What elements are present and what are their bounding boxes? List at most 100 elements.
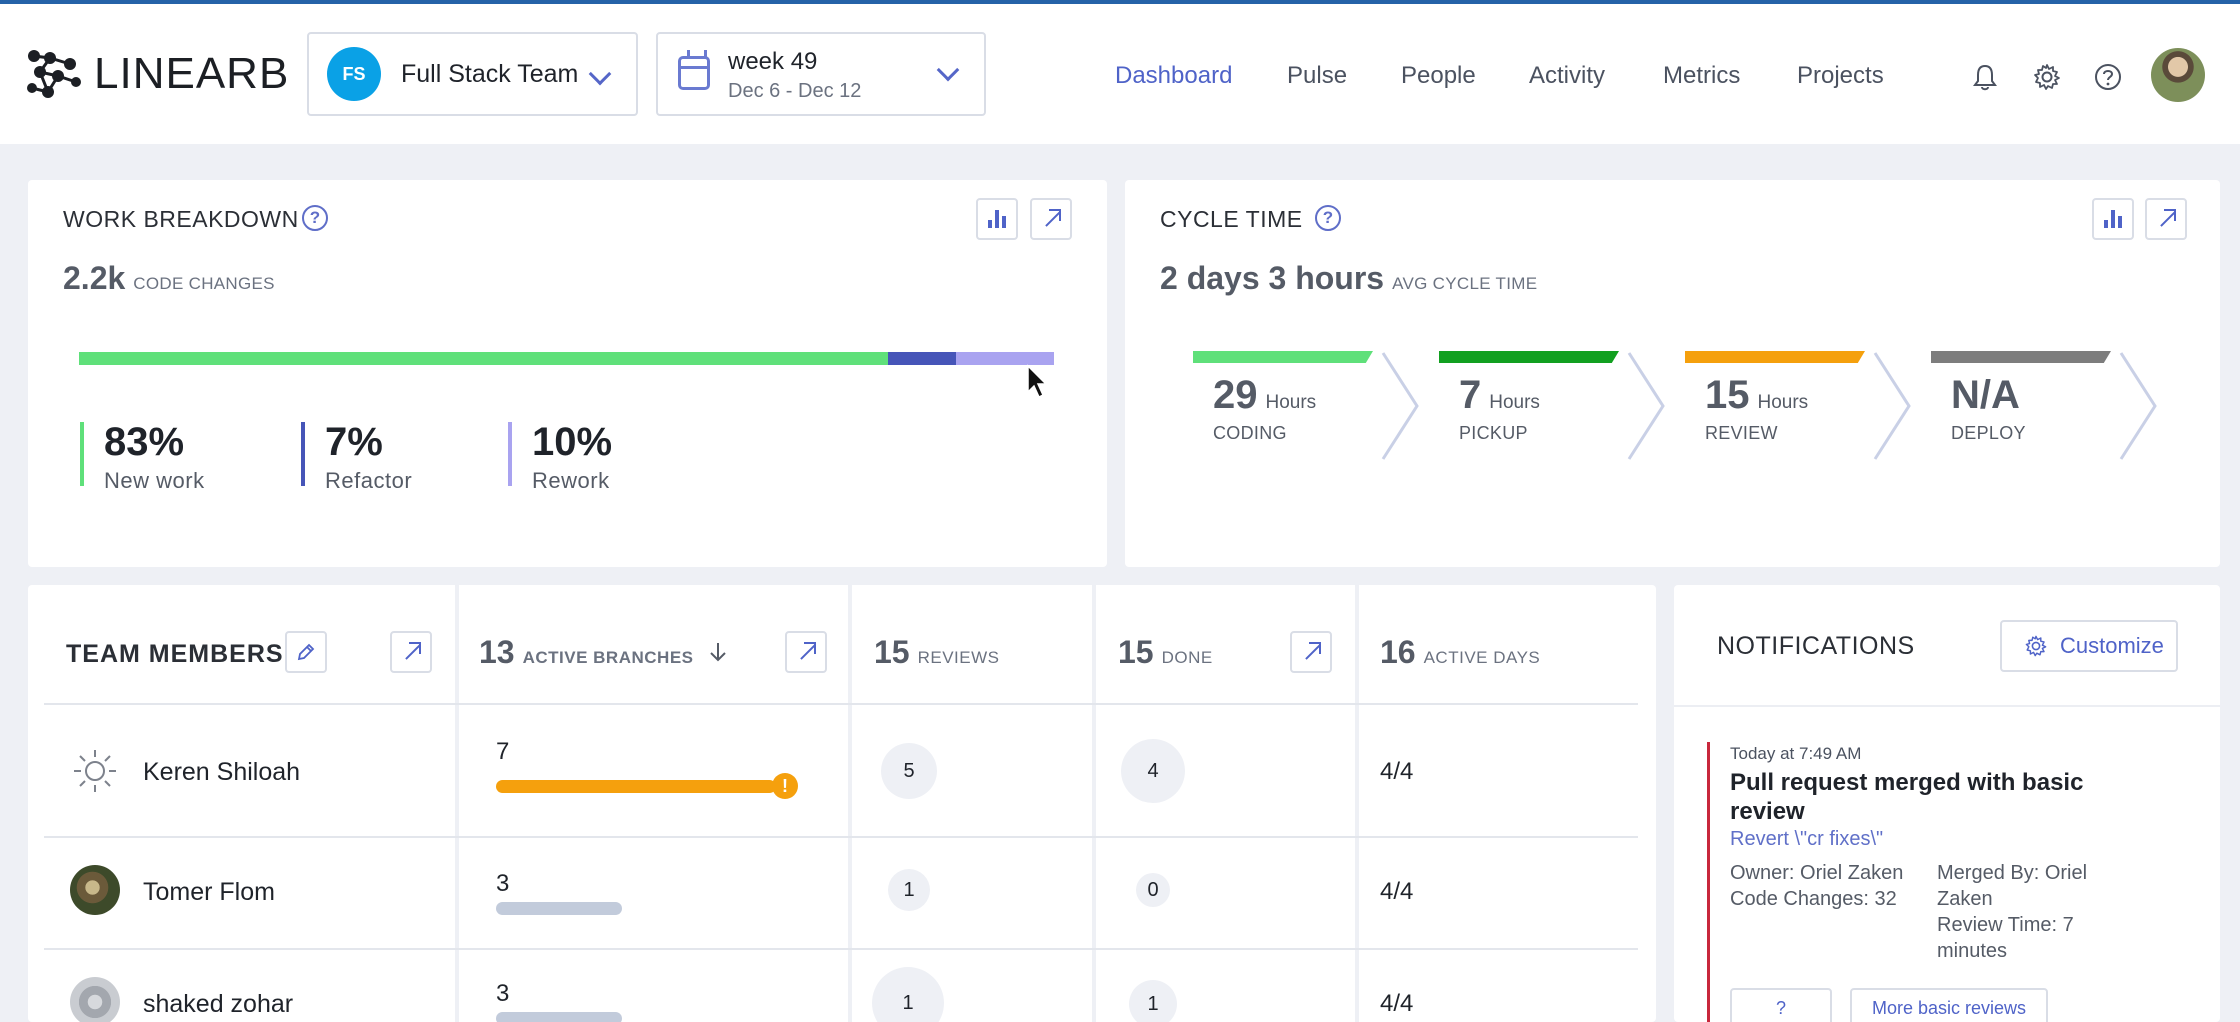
branch-count: 3 [496,980,510,1007]
notification-title: Pull request merged with basic review [1730,769,2084,825]
notification-merged-by: Merged By: Oriel Zaken [1937,862,2088,910]
chevron-right-icon [1627,352,1665,460]
column-divider [848,585,852,1022]
stage-label: PICKUP [1459,423,1528,443]
expand-button[interactable] [1030,198,1072,240]
stage-coding[interactable]: 29 Hours CODING [1193,351,1433,461]
help-icon[interactable]: ? [1315,205,1341,231]
branch-bar[interactable] [496,780,776,793]
segment-refactor[interactable] [888,352,957,365]
nav-pulse[interactable]: Pulse [1287,62,1347,90]
gear-icon[interactable] [2032,62,2062,92]
help-icon[interactable]: ? [302,205,328,231]
stage-deploy[interactable]: N/A DEPLOY [1931,351,2171,461]
week-range: Dec 6 - Dec 12 [728,80,862,102]
stage-value: 29 Hours [1213,373,1316,418]
sort-down-icon[interactable] [708,641,728,663]
arrow-up-right-icon [2156,209,2176,229]
code-changes-value: 2.2k [63,260,126,296]
team-selector[interactable]: FS Full Stack Team [307,32,638,116]
customize-label: Customize [2060,633,2164,658]
arrow-up-right-icon [1041,209,1061,229]
cycle-time-title: CYCLE TIME [1160,206,1303,232]
active-branches-count: 13 [479,634,515,670]
stage-label: CODING [1213,423,1287,443]
notification-help-button[interactable]: ? [1730,988,1832,1022]
active-days-count: 16 [1380,634,1416,670]
sun-avatar-icon [74,750,116,792]
active-days-value: 4/4 [1380,878,1414,905]
active-days-label: ACTIVE DAYS [1423,648,1541,667]
member-name[interactable]: shaked zohar [143,990,293,1019]
column-divider [455,585,459,1022]
expand-button[interactable] [1290,631,1332,673]
branch-bar[interactable] [496,902,622,915]
stat-value: 83% [104,420,185,464]
help-icon[interactable] [2093,62,2123,92]
nav-people[interactable]: People [1401,62,1476,90]
avatar[interactable] [70,865,120,915]
more-basic-reviews-button[interactable]: More basic reviews [1850,988,2048,1022]
linearb-logo[interactable]: LINEARB [26,48,289,100]
stage-number: 29 [1213,373,1258,417]
stage-value: 7 Hours [1459,373,1540,418]
stage-value: N/A [1951,373,2028,418]
week-title: week 49 [728,48,818,75]
nav-metrics[interactable]: Metrics [1663,62,1740,90]
notification-review-time: Review Time: 7 minutes [1937,914,2074,962]
edit-members-button[interactable] [285,631,327,673]
chart-view-button[interactable] [2092,198,2134,240]
active-branches-header[interactable]: 13 ACTIVE BRANCHES [479,634,728,671]
reviews-bubble[interactable]: 1 [888,869,930,911]
expand-button[interactable] [390,631,432,673]
nav-projects[interactable]: Projects [1797,62,1884,90]
arrow-up-right-icon [401,642,421,662]
stage-label: DEPLOY [1951,423,2026,443]
branch-bar[interactable] [496,1012,622,1022]
stage-unit: Hours [1265,392,1317,413]
avatar[interactable] [70,977,120,1022]
chevron-down-icon [588,62,612,86]
done-bubble[interactable]: 0 [1136,873,1170,907]
notification-pr-link[interactable]: Revert \"cr fixes\" [1730,828,1883,851]
stat-value: 7% [325,420,383,464]
bar-chart-icon [988,210,1006,228]
member-name[interactable]: Tomer Flom [143,878,275,907]
logo-text: LINEARB [94,49,290,98]
stage-unit: Hours [1489,392,1540,413]
nav-activity[interactable]: Activity [1529,62,1605,90]
notification-code-changes: Code Changes: 32 [1730,888,1897,910]
work-breakdown-card: WORK BREAKDOWN ? 2.2k CODE CHANGES [28,180,1107,567]
stat-refactor: 7% Refactor [301,420,412,493]
segment-new-work[interactable] [79,352,889,365]
stage-review[interactable]: 15 Hours REVIEW [1685,351,1925,461]
warning-icon[interactable]: ! [772,773,798,799]
chart-view-button[interactable] [976,198,1018,240]
done-bubble[interactable]: 4 [1121,739,1185,803]
stat-value: 10% [532,420,613,464]
user-avatar[interactable] [2151,48,2205,102]
stage-pickup[interactable]: 7 Hours PICKUP [1439,351,1679,461]
stage-number: 15 [1705,373,1750,417]
calendar-icon [678,50,710,90]
nav-dashboard[interactable]: Dashboard [1115,62,1232,90]
customize-button[interactable]: Customize [2000,620,2178,672]
week-selector[interactable]: week 49 Dec 6 - Dec 12 [656,32,986,116]
done-bubble[interactable]: 1 [1129,980,1177,1022]
code-changes-label: CODE CHANGES [133,274,275,293]
column-divider [1092,585,1096,1022]
expand-button[interactable] [2145,198,2187,240]
stage-unit: Hours [1757,392,1809,413]
notification-owner: Owner: Oriel Zaken [1730,862,1904,884]
arrow-up-right-icon [1301,642,1321,662]
expand-button[interactable] [785,631,827,673]
stat-label: New work [104,468,205,493]
logo-mark-icon [27,50,81,98]
member-name[interactable]: Keren Shiloah [143,758,300,787]
avg-cycle-time-label: AVG CYCLE TIME [1392,274,1538,293]
work-breakdown-title: WORK BREAKDOWN [63,206,299,232]
reviews-bubble[interactable]: 5 [881,743,937,799]
stage-value: 15 Hours [1705,373,1808,418]
bell-icon[interactable] [1970,62,2000,92]
work-breakdown-bar[interactable] [79,352,1054,365]
